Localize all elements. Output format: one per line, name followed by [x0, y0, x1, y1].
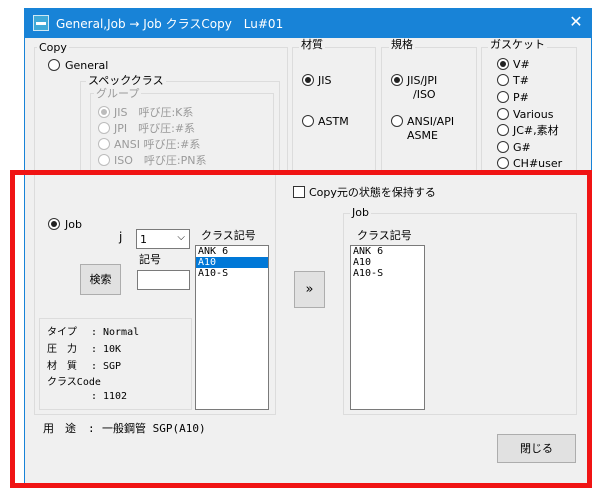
group-label: グループ [94, 87, 142, 100]
material-groupbox [292, 47, 376, 175]
gasket-radio-various[interactable] [497, 108, 509, 120]
close-icon[interactable]: ✕ [566, 12, 586, 32]
standard-option-ansi-line2: ASME [407, 129, 438, 142]
material-option-astm: ASTM [318, 115, 349, 128]
gasket-radio-v[interactable] [497, 58, 509, 70]
group-option-jpi: JPI 呼び圧:#系 [114, 122, 196, 135]
material-option-jis: JIS [318, 74, 332, 87]
gasket-option-g: G# [513, 141, 531, 154]
group-option-ansi: ANSI 呼び圧:#系 [114, 138, 201, 151]
app-icon [33, 15, 49, 31]
material-group-label: 材質 [299, 38, 325, 51]
group-option-jis: JIS 呼び圧:K系 [114, 106, 194, 119]
standard-group-label: 規格 [389, 38, 415, 51]
spec-class-label: スペッククラス [86, 74, 166, 87]
title-bar[interactable]: General,Job → Job クラスCopy Lu#01 ✕ [24, 8, 592, 38]
gasket-group-label: ガスケット [488, 38, 547, 51]
copy-group-label: Copy [37, 41, 69, 54]
material-radio-jis[interactable] [302, 74, 314, 86]
standard-option-jis-line1: JIS/JPI [407, 74, 438, 87]
general-label: General [65, 59, 109, 72]
material-radio-astm[interactable] [302, 115, 314, 127]
group-radio-ansi[interactable] [98, 138, 110, 150]
standard-option-ansi-line1: ANSI/API [407, 115, 455, 128]
gasket-radio-jc[interactable] [497, 124, 509, 136]
gasket-option-jc: JC#,素材 [513, 124, 559, 137]
gasket-option-v: V# [513, 58, 530, 71]
standard-radio-jis[interactable] [391, 74, 403, 86]
highlight-frame [10, 170, 592, 488]
standard-option-jis-line2: /ISO [413, 88, 436, 101]
group-radio-iso[interactable] [98, 154, 110, 166]
gasket-option-p: P# [513, 91, 529, 104]
group-radio-jis[interactable] [98, 106, 110, 118]
standard-radio-ansi[interactable] [391, 115, 403, 127]
gasket-option-various: Various [513, 108, 554, 121]
group-option-iso: ISO 呼び圧:PN系 [114, 154, 207, 167]
standard-groupbox [381, 47, 477, 175]
gasket-option-ch: CH#user [513, 157, 563, 170]
gasket-radio-g[interactable] [497, 141, 509, 153]
window-title: General,Job → Job クラスCopy Lu#01 [56, 17, 284, 31]
gasket-radio-p[interactable] [497, 91, 509, 103]
general-radio[interactable] [48, 59, 60, 71]
group-radio-jpi[interactable] [98, 122, 110, 134]
gasket-option-t: T# [513, 74, 529, 87]
gasket-radio-t[interactable] [497, 74, 509, 86]
gasket-radio-ch[interactable] [497, 157, 509, 169]
